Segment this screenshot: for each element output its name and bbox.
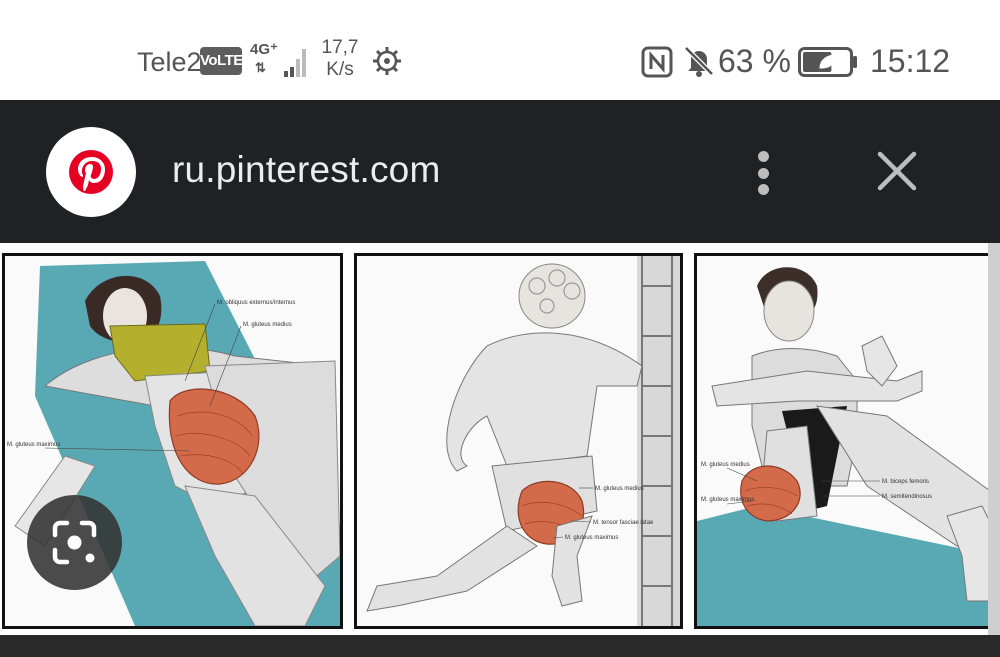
label-tensor-fasciae-latae: M. tensor fasciae latae bbox=[593, 520, 654, 526]
speed-unit: K/s bbox=[326, 59, 354, 80]
nfc-icon bbox=[641, 46, 673, 78]
label-biceps-femoris: M. biceps femoris bbox=[882, 479, 929, 485]
label-gluteus-maximus: M. gluteus maximus bbox=[7, 442, 60, 448]
network-activity-icon: ⇅ bbox=[255, 60, 266, 75]
signal-icon bbox=[284, 49, 306, 77]
lens-search-button[interactable] bbox=[27, 495, 122, 590]
volte-badge: VoLTE bbox=[200, 47, 243, 75]
label-gluteus-medius-2: M. gluteus medius bbox=[595, 486, 644, 492]
menu-dot bbox=[757, 184, 769, 195]
gear-icon bbox=[373, 47, 401, 75]
carrier-name: Tele2 bbox=[137, 47, 202, 77]
label-gluteus-medius-3: M. gluteus medius bbox=[701, 462, 750, 468]
custom-tab-toolbar: ru.pinterest.com bbox=[0, 100, 1000, 243]
clock: 15:12 bbox=[870, 43, 951, 79]
site-icon[interactable] bbox=[46, 127, 136, 217]
menu-dot bbox=[757, 151, 769, 162]
page-content: M. obliquus externus/internus M. gluteus… bbox=[0, 243, 1000, 657]
anatomy-illustration-3: M. gluteus medius M. gluteus maximus M. … bbox=[697, 267, 997, 626]
battery-icon bbox=[798, 47, 857, 77]
pinterest-logo-icon bbox=[69, 150, 113, 194]
menu-dot bbox=[757, 167, 769, 179]
bottom-strip bbox=[0, 635, 1000, 657]
lens-search-icon bbox=[52, 520, 97, 565]
more-vertical-icon[interactable] bbox=[742, 148, 784, 198]
label-gluteus-maximus-3: M. gluteus maximus bbox=[701, 497, 754, 503]
label-obliquus: M. obliquus externus/internus bbox=[217, 300, 295, 306]
stretch-image-2[interactable]: M. gluteus medius M. tensor fasciae lata… bbox=[354, 253, 683, 629]
mute-bell-icon bbox=[684, 46, 714, 77]
scrollbar[interactable] bbox=[988, 243, 1000, 635]
label-semitendinosus: M. semitendinosus bbox=[882, 494, 932, 500]
battery-percent: 63 % bbox=[718, 43, 791, 79]
url-text[interactable]: ru.pinterest.com bbox=[172, 149, 440, 191]
label-gluteus-maximus-2: M. gluteus maximus bbox=[565, 535, 618, 541]
network-speed: 17,7 K/s bbox=[316, 37, 364, 81]
anatomy-illustration-2: M. gluteus medius M. tensor fasciae lata… bbox=[366, 256, 680, 626]
label-gluteus-medius: M. gluteus medius bbox=[243, 322, 292, 328]
close-icon[interactable] bbox=[870, 144, 924, 198]
speed-value: 17,7 bbox=[321, 37, 359, 58]
stretch-image-3[interactable]: M. gluteus medius M. gluteus maximus M. … bbox=[694, 253, 1000, 629]
status-bar: Tele2 VoLTE 4G⁺ ⇅ 17,7 K/s 63 % 15:12 bbox=[0, 0, 1000, 100]
